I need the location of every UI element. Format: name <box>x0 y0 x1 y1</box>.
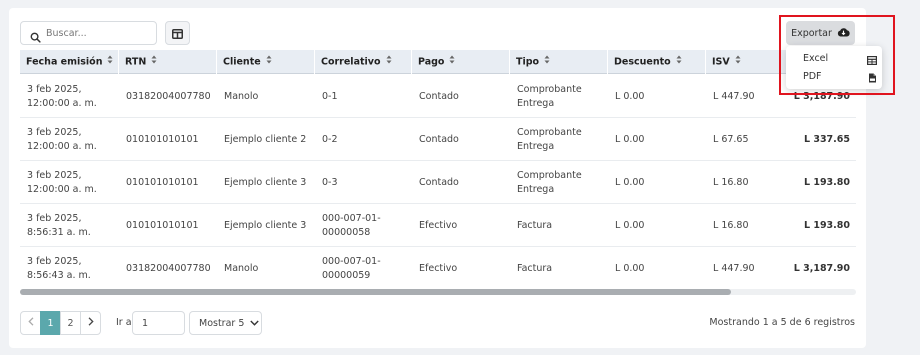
table-row[interactable]: 3 feb 2025, 8:56:43 a. m. 03182004007780… <box>20 247 856 288</box>
columns-icon <box>172 24 183 43</box>
column-header-correlativo[interactable]: Correlativo <box>315 50 412 74</box>
page-button-1[interactable]: 1 <box>40 311 61 335</box>
cell-descuento: L 0.00 <box>615 90 645 102</box>
sort-icon <box>735 50 741 74</box>
column-header-label: Fecha emisión <box>26 56 103 68</box>
page-size-label: Mostrar 5 <box>199 317 245 329</box>
next-page-button[interactable] <box>80 311 101 335</box>
column-header-label: Descuento <box>614 56 671 68</box>
cell-cliente: Ejemplo cliente 3 <box>224 176 307 188</box>
table-header: Fecha emisión RTN Cliente Correlativo Pa… <box>20 50 856 74</box>
page-size-select[interactable]: Mostrar 5 <box>189 311 262 335</box>
cell-fecha: 3 feb 2025, 8:56:43 a. m. <box>27 256 91 281</box>
cell-total: L 337.65 <box>803 133 850 145</box>
cell-cliente: Manolo <box>224 90 259 102</box>
scrollbar-thumb[interactable] <box>20 289 731 295</box>
pagination: 1 2 <box>20 311 101 335</box>
cell-descuento: L 0.00 <box>615 219 645 231</box>
cell-fecha: 3 feb 2025, 12:00:00 a. m. <box>27 170 97 195</box>
highlight-box <box>779 15 895 95</box>
page-button-2[interactable]: 2 <box>60 311 81 335</box>
prev-page-button[interactable] <box>20 311 41 335</box>
cell-tipo: Comprobante Entrega <box>517 84 582 109</box>
cell-correlativo: 0-2 <box>322 133 338 145</box>
cell-rtn: 010101010101 <box>126 133 199 145</box>
search-input[interactable] <box>46 24 152 42</box>
horizontal-scrollbar[interactable] <box>20 289 856 295</box>
cell-fecha: 3 feb 2025, 8:56:31 a. m. <box>27 213 91 238</box>
records-summary: Mostrando 1 a 5 de 6 registros <box>709 317 855 328</box>
sort-icon <box>386 50 392 74</box>
cell-cliente: Ejemplo cliente 2 <box>224 133 307 145</box>
sort-icon <box>544 50 550 74</box>
cell-total: L 3,187.90 <box>793 262 850 274</box>
cell-descuento: L 0.00 <box>615 133 645 145</box>
cell-tipo: Factura <box>517 219 553 231</box>
cell-tipo: Comprobante Entrega <box>517 127 582 152</box>
cell-correlativo: 000-007-01-00000059 <box>322 256 381 281</box>
column-header-fecha[interactable]: Fecha emisión <box>20 50 119 74</box>
table-row[interactable]: 3 feb 2025, 12:00:00 a. m. 0318200400778… <box>20 75 856 118</box>
cell-tipo: Comprobante Entrega <box>517 170 582 195</box>
sort-icon <box>676 50 682 74</box>
sales-table: Fecha emisión RTN Cliente Correlativo Pa… <box>20 50 856 288</box>
cell-rtn: 010101010101 <box>126 219 199 231</box>
goto-page-input[interactable] <box>132 311 185 335</box>
column-header-label: Cliente <box>223 56 261 68</box>
cell-cliente: Ejemplo cliente 3 <box>224 219 307 231</box>
column-header-label: ISV <box>712 56 730 68</box>
column-header-tipo[interactable]: Tipo <box>510 50 608 74</box>
table-row[interactable]: 3 feb 2025, 12:00:00 a. m. 010101010101 … <box>20 161 856 204</box>
cell-correlativo: 000-007-01-00000058 <box>322 213 381 238</box>
cell-fecha: 3 feb 2025, 12:00:00 a. m. <box>27 84 97 109</box>
chevron-left-icon <box>27 317 34 329</box>
cell-descuento: L 0.00 <box>615 176 645 188</box>
cell-correlativo: 0-1 <box>322 90 338 102</box>
cell-pago: Contado <box>419 176 459 188</box>
cell-fecha: 3 feb 2025, 12:00:00 a. m. <box>27 127 97 152</box>
column-header-label: Pago <box>418 56 445 68</box>
chevron-right-icon <box>88 317 94 329</box>
sort-icon <box>266 50 272 74</box>
cell-pago: Efectivo <box>419 262 458 274</box>
column-header-cliente[interactable]: Cliente <box>217 50 315 74</box>
columns-toggle-button[interactable] <box>165 21 190 45</box>
column-header-label: RTN <box>125 56 147 68</box>
chevron-down-icon <box>250 318 260 329</box>
cell-pago: Contado <box>419 90 459 102</box>
search-box[interactable] <box>20 21 157 45</box>
sort-icon <box>151 50 157 74</box>
search-icon <box>30 28 41 47</box>
column-header-label: Tipo <box>516 56 540 68</box>
cell-total: L 193.80 <box>803 219 850 231</box>
cell-pago: Efectivo <box>419 219 458 231</box>
cell-rtn: 03182004007780 <box>126 90 211 102</box>
cell-pago: Contado <box>419 133 459 145</box>
table-row[interactable]: 3 feb 2025, 8:56:31 a. m. 010101010101 E… <box>20 204 856 247</box>
cell-correlativo: 0-3 <box>322 176 338 188</box>
column-header-descuento[interactable]: Descuento <box>608 50 706 74</box>
cell-rtn: 03182004007780 <box>126 262 211 274</box>
sort-icon <box>449 50 455 74</box>
column-header-pago[interactable]: Pago <box>412 50 510 74</box>
cell-descuento: L 0.00 <box>615 262 645 274</box>
column-header-label: Correlativo <box>321 56 381 68</box>
cell-rtn: 010101010101 <box>126 176 199 188</box>
table-row[interactable]: 3 feb 2025, 12:00:00 a. m. 010101010101 … <box>20 118 856 161</box>
cell-tipo: Factura <box>517 262 553 274</box>
cell-total: L 193.80 <box>803 176 850 188</box>
sort-icon <box>107 50 113 74</box>
cell-cliente: Manolo <box>224 262 259 274</box>
column-header-rtn[interactable]: RTN <box>119 50 217 74</box>
